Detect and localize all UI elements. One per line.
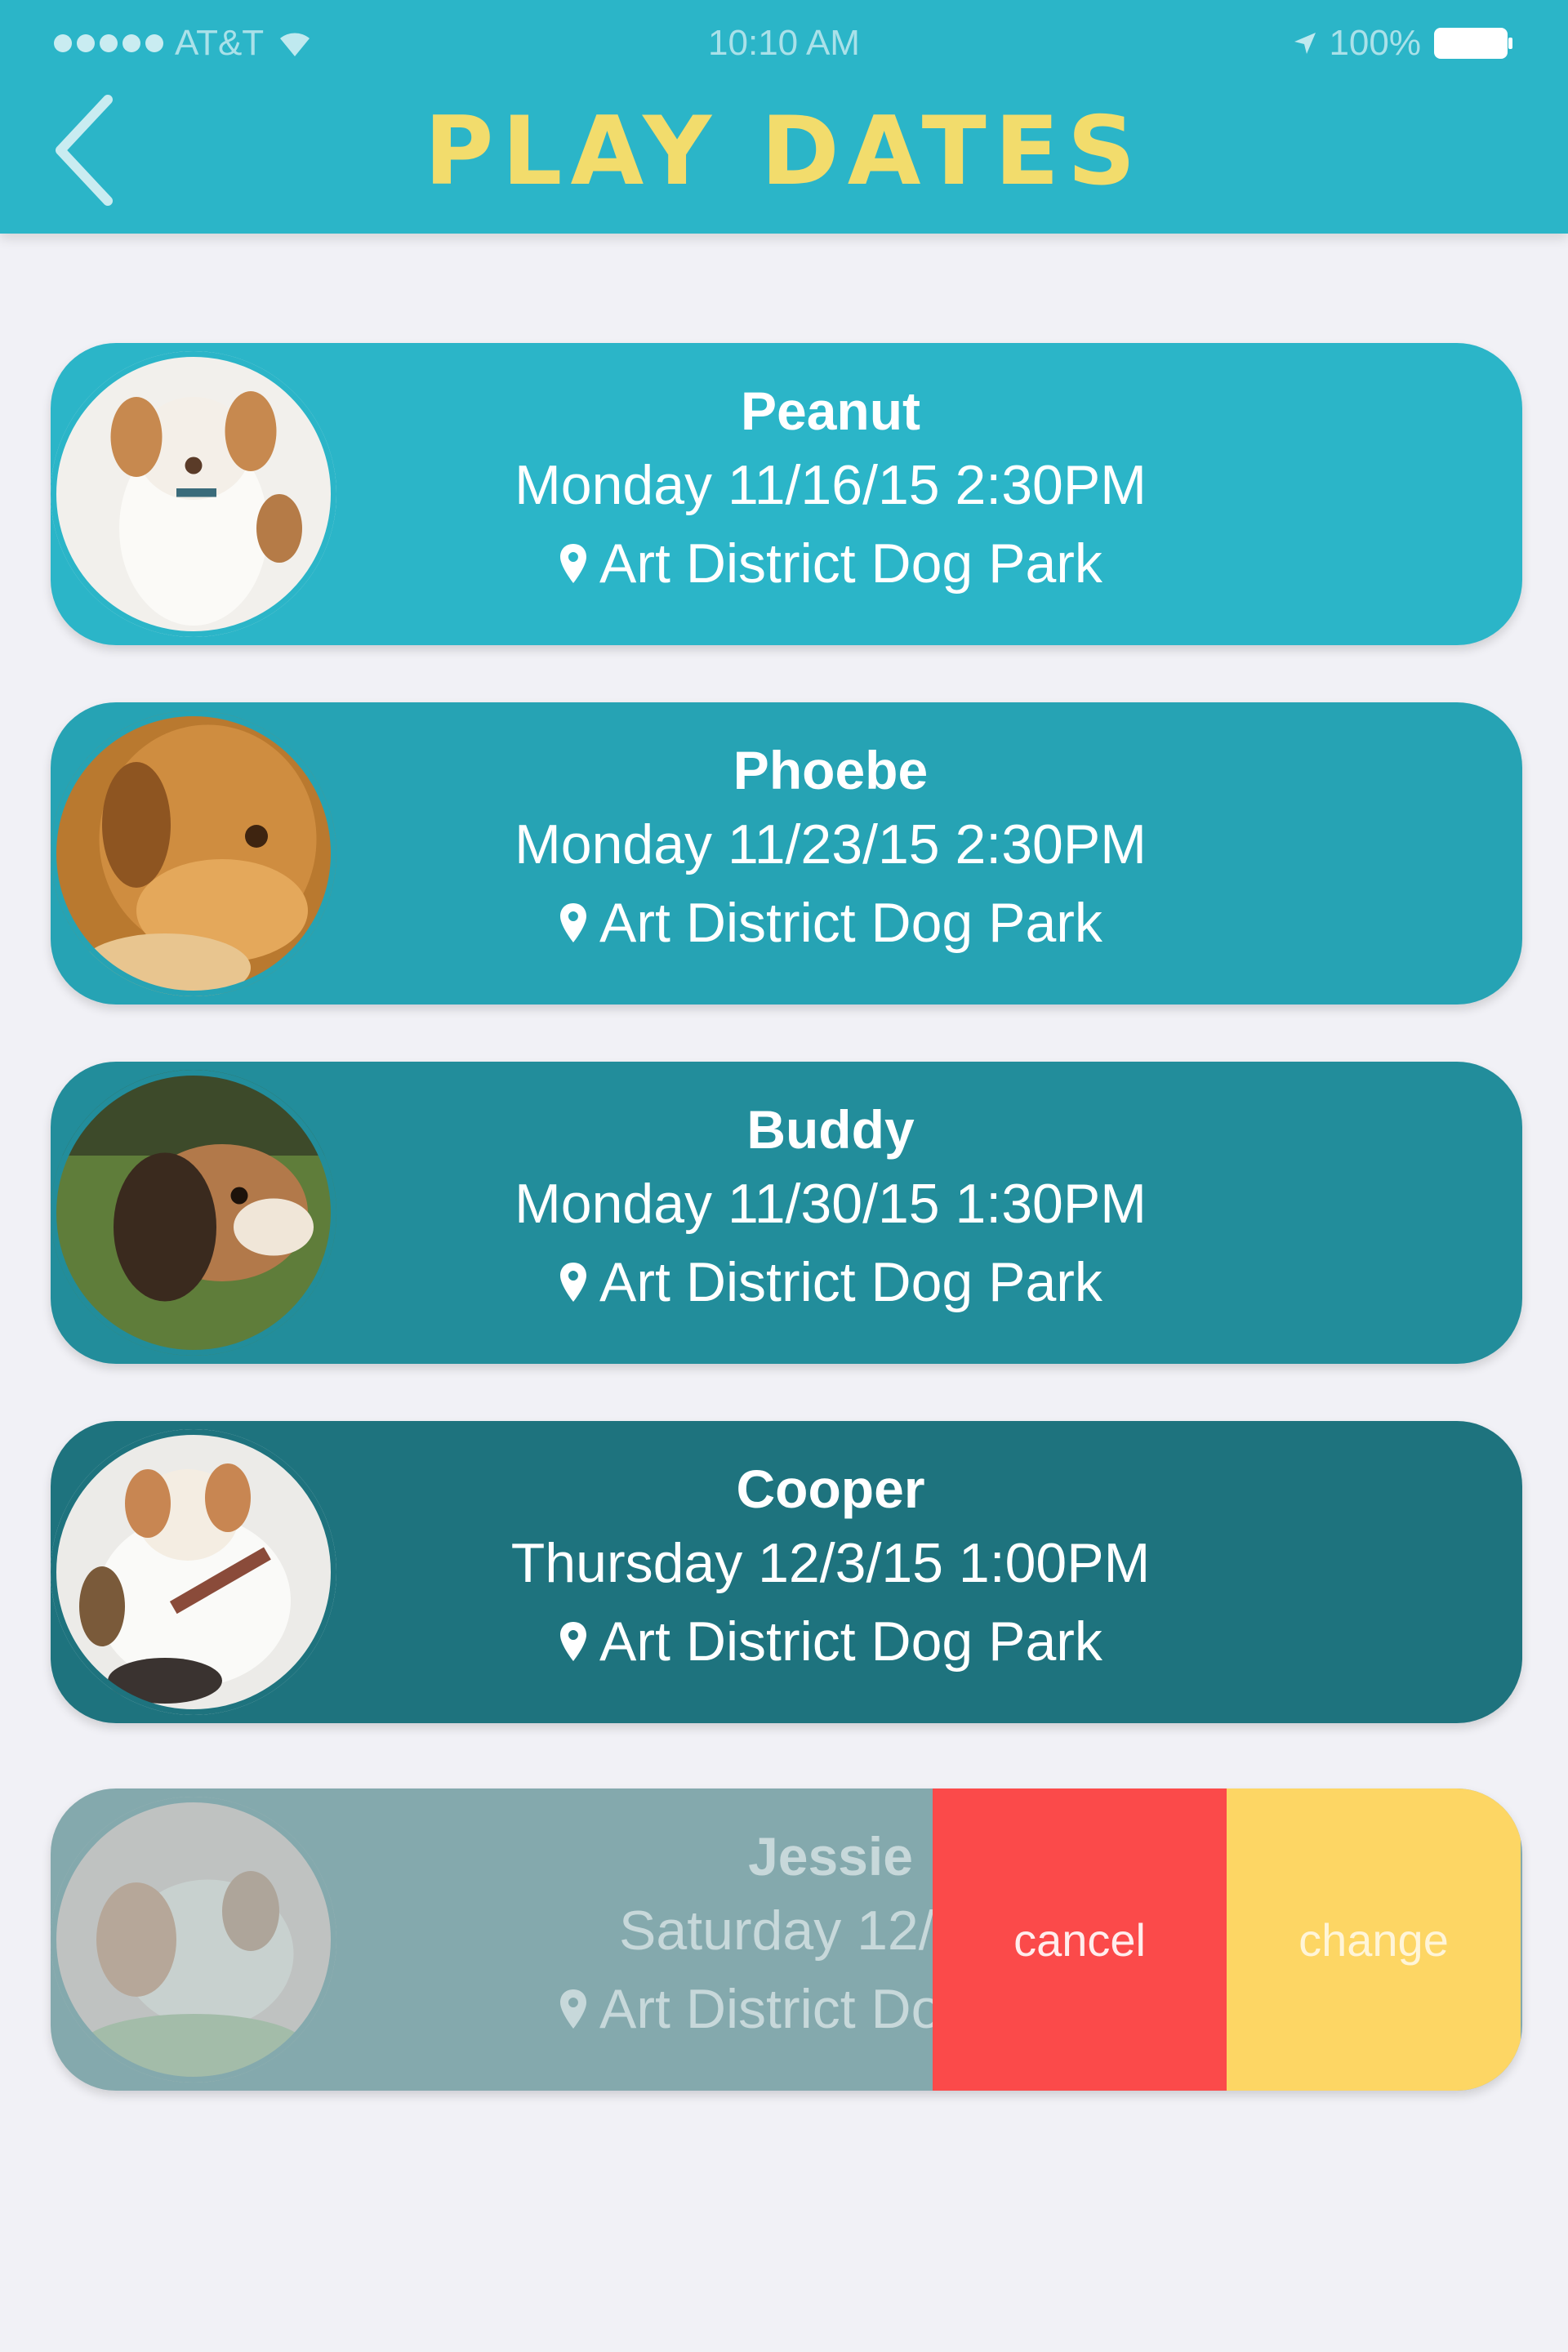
dog-name: Phoebe: [733, 740, 929, 800]
dog-photo: [51, 1429, 336, 1715]
location-arrow-icon: [1294, 33, 1316, 54]
dog-name: Peanut: [740, 381, 921, 441]
dog-avatar-cooper[interactable]: [51, 1429, 336, 1715]
play-date-info: Buddy Monday 11/30/15 1:30PM Art Distric…: [312, 1062, 1349, 1364]
location-label: Art District Dog Park: [599, 532, 1102, 595]
play-date-info: Phoebe Monday 11/23/15 2:30PM Art Distri…: [312, 702, 1349, 1004]
battery-group: 100%: [1293, 23, 1514, 64]
location-label: Art District Dog Park: [599, 1610, 1102, 1673]
play-date-info: Peanut Monday 11/16/15 2:30PM Art Distri…: [312, 343, 1349, 645]
dog-avatar-phoebe[interactable]: [51, 710, 336, 996]
page-title: PLAY DATES: [424, 96, 1144, 207]
play-date-datetime: Monday 11/16/15 2:30PM: [514, 454, 1147, 516]
dog-avatar-peanut[interactable]: [51, 351, 336, 637]
dog-name: Cooper: [736, 1459, 925, 1519]
cancel-button[interactable]: cancel: [933, 1788, 1227, 2091]
map-pin-icon: [560, 1989, 587, 2029]
dog-avatar-jessie[interactable]: [51, 1797, 336, 2082]
status-bar: AT&T 10:10 AM 100%: [0, 15, 1568, 69]
play-date-datetime: Thursday 12/3/15 1:00PM: [510, 1532, 1151, 1594]
battery-percent: 100%: [1329, 23, 1421, 63]
dog-photo: [51, 1070, 336, 1356]
change-button[interactable]: change: [1227, 1788, 1521, 2091]
map-pin-icon: [560, 544, 587, 583]
play-date-info: Cooper Thursday 12/3/15 1:00PM Art Distr…: [312, 1421, 1349, 1723]
map-pin-icon: [560, 1263, 587, 1302]
play-date-datetime: Monday 11/23/15 2:30PM: [514, 813, 1147, 875]
play-date-location: Art District Dog Park: [312, 524, 1349, 603]
play-date-location: Art District Dog Park: [312, 1602, 1349, 1681]
map-pin-icon: [560, 903, 587, 942]
dog-name: Buddy: [746, 1099, 915, 1160]
dog-photo: [51, 710, 336, 996]
dog-photo: [51, 351, 336, 637]
play-date-location: Art District Dog Park: [312, 884, 1349, 962]
dog-avatar-buddy[interactable]: [51, 1070, 336, 1356]
play-date-datetime: Monday 11/30/15 1:30PM: [514, 1173, 1147, 1235]
nav-header: AT&T 10:10 AM 100% PLAY DATES: [0, 0, 1568, 234]
play-date-location: Art District Dog Park: [312, 1243, 1349, 1321]
battery-icon: [1434, 28, 1512, 59]
dog-photo: [51, 1797, 336, 2082]
map-pin-icon: [560, 1622, 587, 1661]
location-label: Art District Dog Park: [599, 892, 1102, 954]
location-label: Art District Dog Park: [599, 1251, 1102, 1313]
